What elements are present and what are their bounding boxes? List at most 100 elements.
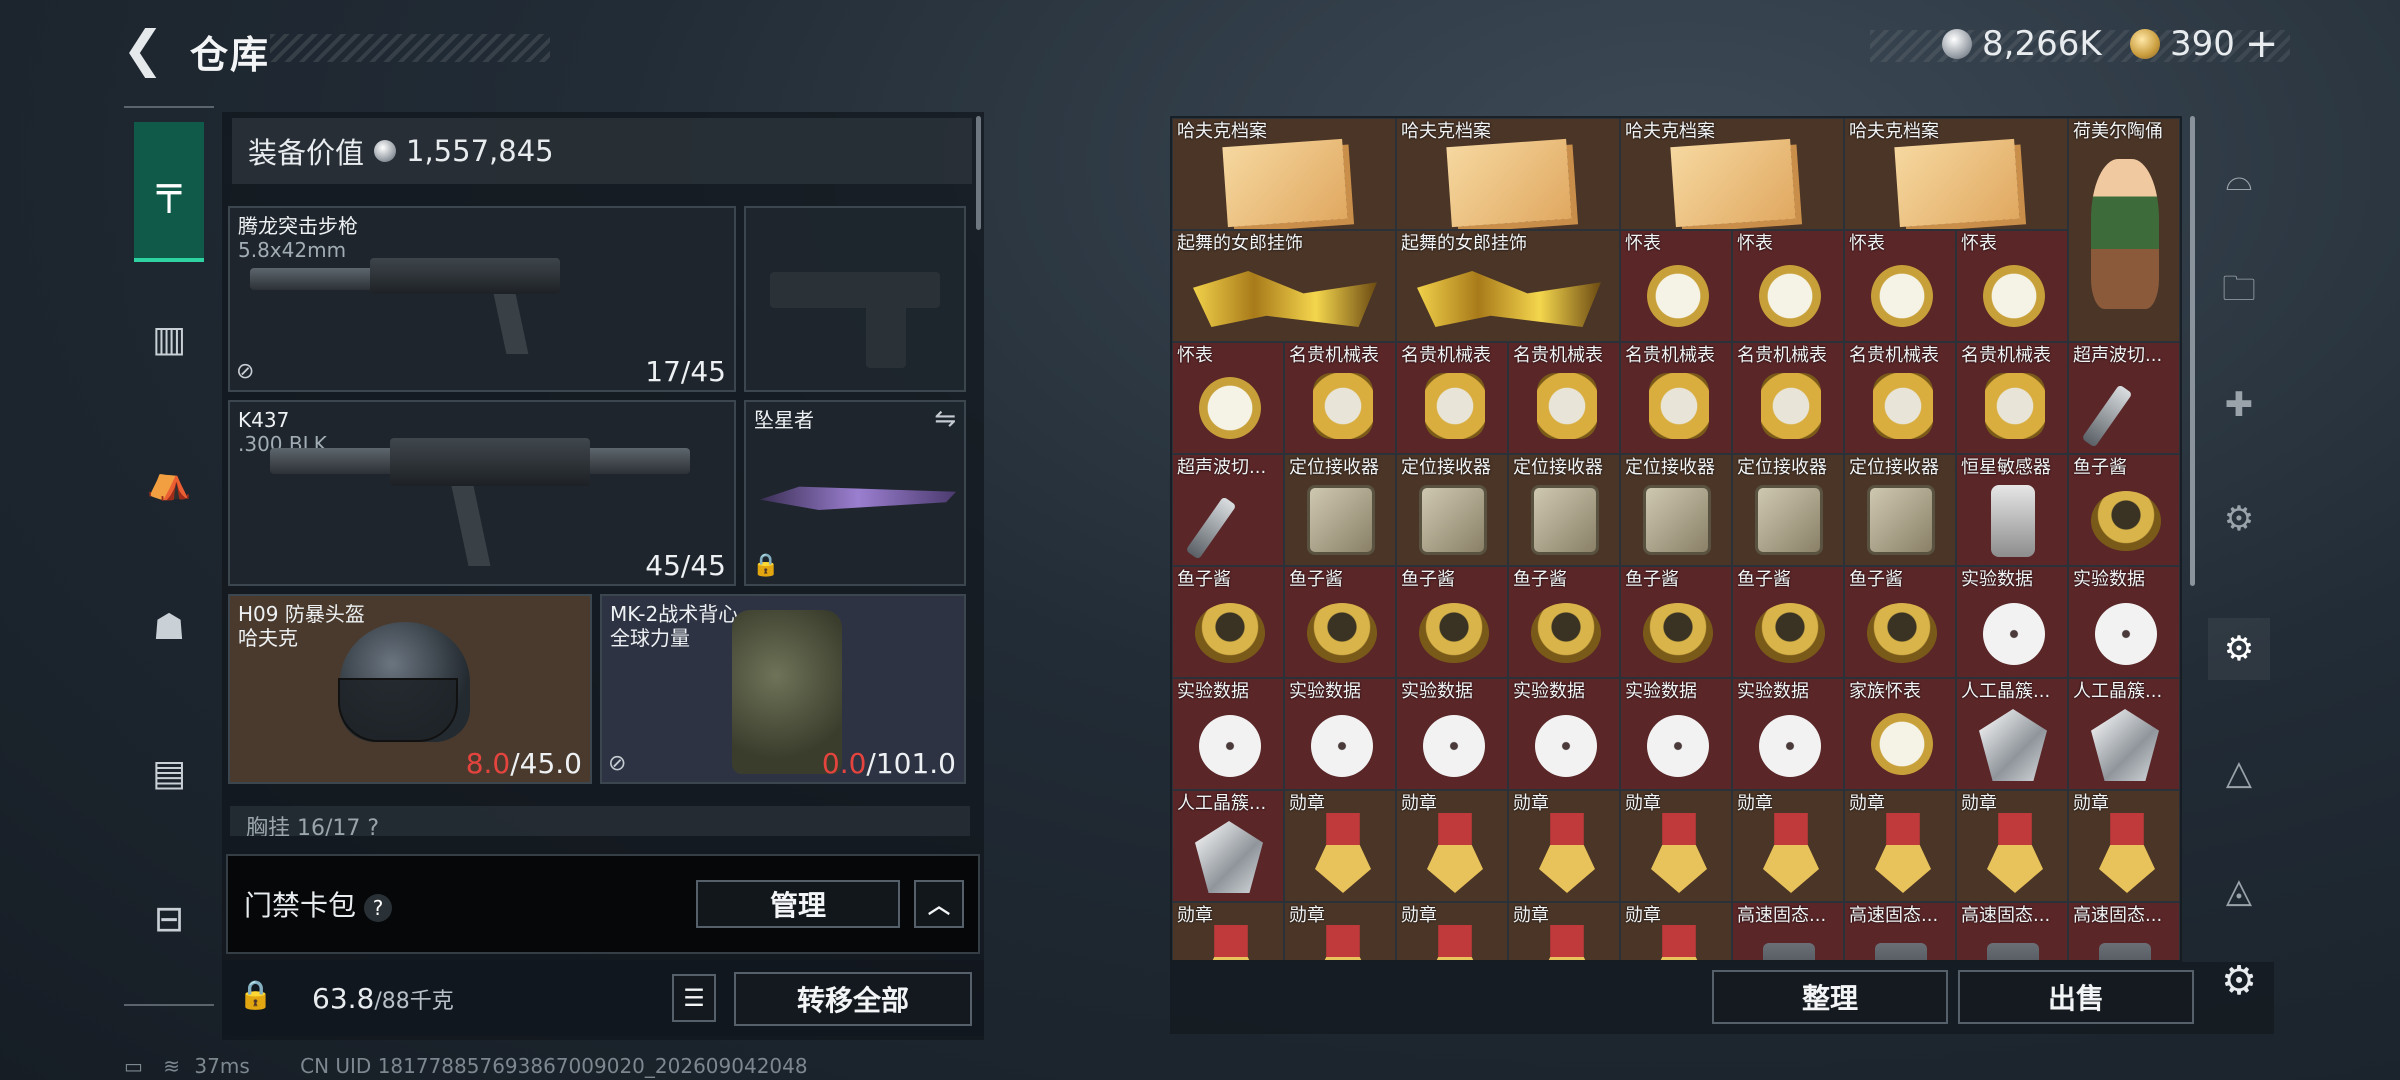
storage-item[interactable]: 实验数据 [1508, 678, 1620, 790]
nav-clipboard-tab[interactable]: ▤ [134, 738, 204, 808]
storage-item[interactable]: 定位接收器 [1508, 454, 1620, 566]
gold-currency[interactable]: 390 + [2130, 24, 2278, 64]
storage-tab-iv-folder[interactable]: 🗀 [2208, 262, 2270, 324]
settings-button[interactable]: ⚙ [2208, 950, 2270, 1012]
storage-item[interactable]: 勋章 [1732, 790, 1844, 902]
storage-item[interactable]: 勋章 [1620, 790, 1732, 902]
storage-tab-collectibles[interactable]: ⚙ [2208, 618, 2270, 680]
storage-item[interactable]: 怀表 [1732, 230, 1844, 342]
storage-item[interactable]: 哈夫克档案 [1396, 118, 1620, 230]
storage-item[interactable]: 鱼子酱 [1396, 566, 1508, 678]
storage-item[interactable]: 人工晶簇... [1956, 678, 2068, 790]
storage-item[interactable]: 勋章 [1844, 790, 1956, 902]
storage-tab-iv-tools[interactable]: ⚙ [2208, 488, 2270, 550]
storage-item[interactable]: 定位接收器 [1284, 454, 1396, 566]
loadout-scrollbar[interactable] [976, 116, 981, 230]
storage-item[interactable]: 名贵机械表 [1284, 342, 1396, 454]
storage-tab-main[interactable]: ⌓ [2208, 148, 2270, 210]
storage-item[interactable]: 家族怀表 [1844, 678, 1956, 790]
add-currency-icon[interactable]: + [2245, 24, 2279, 64]
collapse-button[interactable]: ︿ [914, 880, 964, 928]
storage-item[interactable]: 勋章 [1956, 790, 2068, 902]
storage-item[interactable]: 名贵机械表 [1844, 342, 1956, 454]
storage-item[interactable]: 鱼子酱 [1620, 566, 1732, 678]
nav-weapons-tab[interactable]: ╤ [134, 122, 204, 262]
storage-item[interactable]: 鱼子酱 [1284, 566, 1396, 678]
storage-item[interactable]: 恒星敏感器 [1956, 454, 2068, 566]
melee-slot[interactable]: 坠星者 ⇋ 🔒 [744, 400, 966, 586]
storage-item[interactable]: 定位接收器 [1620, 454, 1732, 566]
storage-item[interactable]: 名贵机械表 [1396, 342, 1508, 454]
storage-item[interactable]: 鱼子酱 [2068, 454, 2180, 566]
storage-item[interactable]: 名贵机械表 [1508, 342, 1620, 454]
storage-item[interactable]: 高速固态... [1956, 902, 2068, 960]
sell-button[interactable]: 出售 [1958, 970, 2194, 1024]
storage-item[interactable]: 鱼子酱 [1508, 566, 1620, 678]
storage-tab-iv-misc[interactable]: ◬ [2208, 860, 2270, 922]
storage-tab-iv-medical[interactable]: ✚ [2208, 374, 2270, 436]
storage-item[interactable]: 哈夫克档案 [1172, 118, 1396, 230]
armor-slot[interactable]: MK-2战术背心 全球力量 ⊘ 0.0/101.0 [600, 594, 966, 784]
storage-item[interactable]: 高速固态... [2068, 902, 2180, 960]
storage-item[interactable]: 哈夫克档案 [1844, 118, 2068, 230]
sort-button[interactable]: 整理 [1712, 970, 1948, 1024]
storage-item[interactable]: 勋章 [1284, 790, 1396, 902]
pistol-slot-empty[interactable] [744, 206, 966, 392]
storage-item[interactable]: 勋章 [2068, 790, 2180, 902]
storage-item[interactable]: 实验数据 [1732, 678, 1844, 790]
storage-item[interactable]: 鱼子酱 [1172, 566, 1284, 678]
storage-item[interactable]: 哈夫克档案 [1620, 118, 1844, 230]
storage-item[interactable]: 起舞的女郎挂饰 [1172, 230, 1396, 342]
storage-item[interactable]: 勋章 [1508, 902, 1620, 960]
storage-item[interactable]: 勋章 [1396, 902, 1508, 960]
storage-tab-iv-triangle[interactable]: △ [2208, 742, 2270, 804]
storage-item[interactable]: 名贵机械表 [1620, 342, 1732, 454]
storage-item[interactable]: 超声波切... [2068, 342, 2180, 454]
storage-item[interactable]: 起舞的女郎挂饰 [1396, 230, 1620, 342]
back-button[interactable]: ❮ [122, 22, 166, 76]
chest-rig-row[interactable]: 胸挂 16/17 ? [230, 806, 970, 836]
storage-item[interactable]: 超声波切... [1172, 454, 1284, 566]
nav-backpack-tab[interactable]: ⛺ [134, 446, 204, 516]
storage-item[interactable]: 怀表 [1620, 230, 1732, 342]
storage-item[interactable]: 勋章 [1172, 902, 1284, 960]
help-icon[interactable]: ? [364, 894, 393, 922]
storage-item[interactable]: 定位接收器 [1732, 454, 1844, 566]
storage-item[interactable]: 实验数据 [1396, 678, 1508, 790]
storage-item[interactable]: 勋章 [1284, 902, 1396, 960]
storage-item[interactable]: 高速固态... [1732, 902, 1844, 960]
nav-bag-tab[interactable]: ☗ [134, 592, 204, 662]
storage-scrollbar[interactable] [2190, 116, 2195, 586]
storage-item[interactable]: 勋章 [1396, 790, 1508, 902]
storage-item[interactable]: 实验数据 [1172, 678, 1284, 790]
storage-item[interactable]: 实验数据 [1620, 678, 1732, 790]
storage-item[interactable]: 名贵机械表 [1956, 342, 2068, 454]
nav-toolbox-tab[interactable]: ⊟ [134, 884, 204, 954]
swap-icon[interactable]: ⇋ [934, 404, 956, 434]
caviar-tin-icon [1867, 603, 1937, 663]
storage-item[interactable]: 怀表 [1172, 342, 1284, 454]
storage-item[interactable]: 名贵机械表 [1732, 342, 1844, 454]
storage-item[interactable]: 怀表 [1844, 230, 1956, 342]
storage-item[interactable]: 实验数据 [1284, 678, 1396, 790]
storage-item[interactable]: 鱼子酱 [1732, 566, 1844, 678]
storage-item[interactable]: 荷美尔陶俑 [2068, 118, 2180, 342]
secondary-weapon-slot[interactable]: K437.300 BLK 45/45 [228, 400, 736, 586]
primary-weapon-slot[interactable]: 腾龙突击步枪 5.8x42mm ⊘ 17/45 [228, 206, 736, 392]
storage-item[interactable]: 勋章 [1508, 790, 1620, 902]
storage-item[interactable]: 实验数据 [2068, 566, 2180, 678]
storage-item[interactable]: 高速固态... [1844, 902, 1956, 960]
storage-item[interactable]: 勋章 [1620, 902, 1732, 960]
list-view-button[interactable]: ☰ [672, 974, 716, 1022]
transfer-all-button[interactable]: 转移全部 [734, 972, 972, 1026]
storage-item[interactable]: 人工晶簇... [1172, 790, 1284, 902]
storage-item[interactable]: 实验数据 [1956, 566, 2068, 678]
storage-item[interactable]: 怀表 [1956, 230, 2068, 342]
helmet-slot[interactable]: H09 防暴头盔 哈夫克 8.0/45.0 [228, 594, 592, 784]
storage-item[interactable]: 定位接收器 [1396, 454, 1508, 566]
storage-item[interactable]: 鱼子酱 [1844, 566, 1956, 678]
storage-item[interactable]: 人工晶簇... [2068, 678, 2180, 790]
nav-vest-tab[interactable]: ▥ [134, 304, 204, 374]
manage-button[interactable]: 管理 [696, 880, 900, 928]
storage-item[interactable]: 定位接收器 [1844, 454, 1956, 566]
